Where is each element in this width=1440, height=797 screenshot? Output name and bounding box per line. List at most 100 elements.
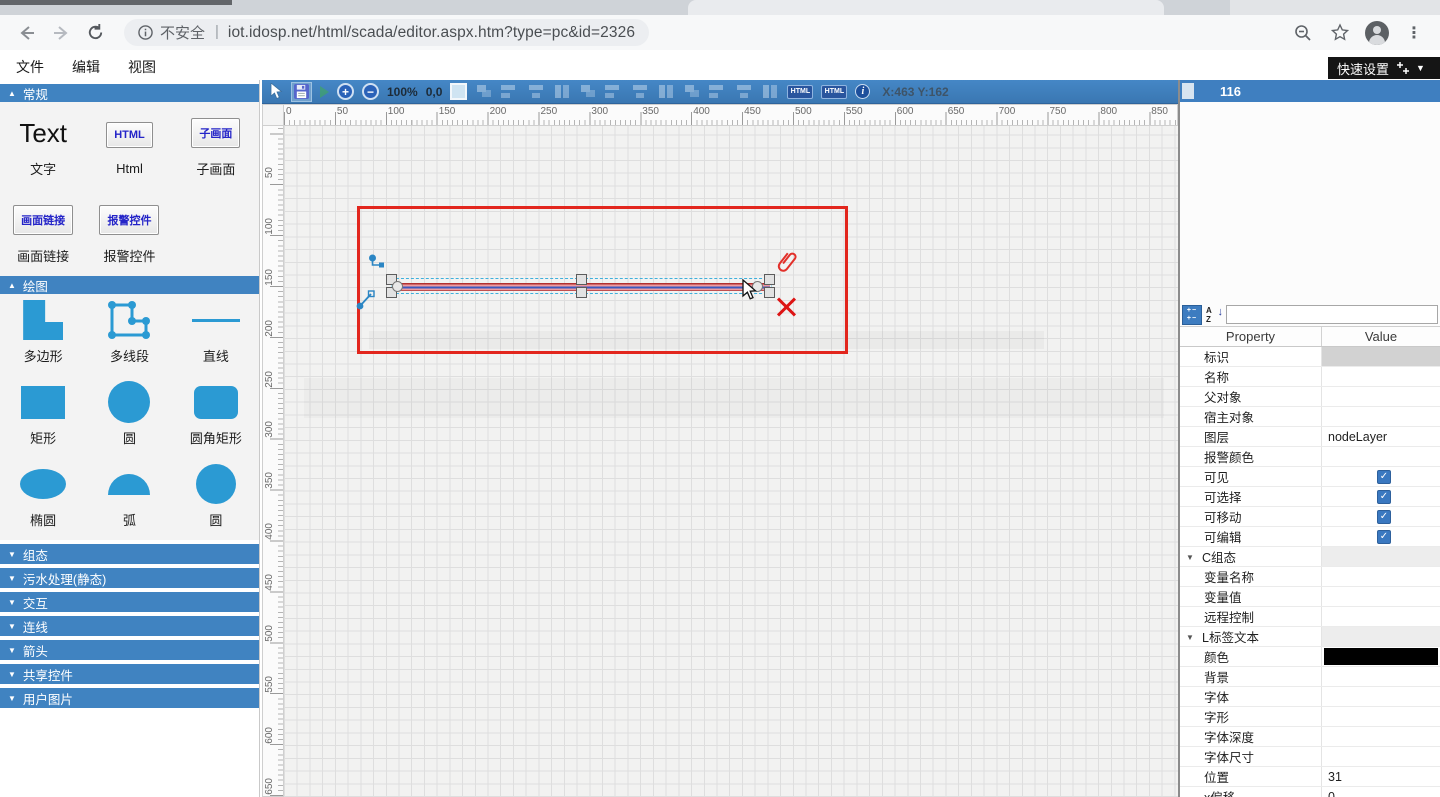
text-component-preview[interactable]: Text bbox=[19, 118, 67, 148]
property-value-cell[interactable] bbox=[1322, 747, 1440, 766]
property-value-cell[interactable] bbox=[1322, 347, 1440, 366]
property-row-1[interactable]: ▼名称 bbox=[1180, 367, 1440, 387]
shape-rectangle[interactable]: 矩形 bbox=[0, 376, 86, 458]
info-circle-icon[interactable] bbox=[138, 25, 153, 40]
menu-file[interactable]: 文件 bbox=[16, 57, 44, 77]
property-value-cell[interactable] bbox=[1322, 607, 1440, 626]
panel-header-3[interactable]: ▼ 连线 bbox=[0, 616, 259, 636]
component-alarm-control[interactable]: 报警控件 报警控件 bbox=[86, 194, 172, 276]
property-row-7[interactable]: ▼可选择 ✓ bbox=[1180, 487, 1440, 507]
menu-view[interactable]: 视图 bbox=[128, 57, 156, 77]
property-row-4[interactable]: ▼图层 nodeLayer bbox=[1180, 427, 1440, 447]
html-component-preview[interactable]: HTML bbox=[106, 122, 153, 148]
property-value-cell[interactable] bbox=[1322, 547, 1440, 566]
可编辑-checkbox[interactable]: ✓ bbox=[1377, 530, 1391, 544]
property-value-cell[interactable] bbox=[1322, 667, 1440, 686]
subscreen-component-preview[interactable]: 子画面 bbox=[191, 118, 240, 148]
component-subscreen[interactable]: 子画面 子画面 bbox=[173, 102, 259, 194]
property-value-cell[interactable] bbox=[1322, 567, 1440, 586]
reload-icon[interactable] bbox=[78, 19, 112, 47]
property-row-2[interactable]: ▼父对象 bbox=[1180, 387, 1440, 407]
html-badge-icon-1[interactable]: HTML bbox=[787, 85, 813, 99]
canvas-background-icon[interactable] bbox=[450, 83, 467, 100]
back-icon[interactable] bbox=[10, 19, 44, 47]
panel-header-2[interactable]: ▼ 交互 bbox=[0, 592, 259, 612]
shape-circle-2[interactable]: 圆 bbox=[173, 458, 259, 540]
property-row-20[interactable]: ▼字体尺寸 bbox=[1180, 747, 1440, 767]
dock-icon[interactable] bbox=[1396, 61, 1410, 75]
shape-rounded-rectangle[interactable]: 圆角矩形 bbox=[173, 376, 259, 458]
可见-checkbox[interactable]: ✓ bbox=[1377, 470, 1391, 484]
property-value-cell[interactable]: nodeLayer bbox=[1322, 427, 1440, 446]
bookmark-star-icon[interactable] bbox=[1326, 19, 1354, 47]
property-value-cell[interactable] bbox=[1322, 367, 1440, 386]
可移动-checkbox[interactable]: ✓ bbox=[1377, 510, 1391, 524]
panel-splitter-handle[interactable] bbox=[1182, 83, 1194, 99]
property-row-13[interactable]: ▼远程控制 bbox=[1180, 607, 1440, 627]
select-cursor-icon[interactable] bbox=[270, 83, 283, 100]
shape-line[interactable]: 直线 bbox=[173, 294, 259, 376]
url-field[interactable]: 不安全 | iot.idosp.net/html/scada/editor.as… bbox=[124, 19, 649, 46]
shape-arc[interactable]: 弧 bbox=[86, 458, 172, 540]
add-node-tool-icon[interactable] bbox=[368, 254, 386, 272]
property-row-14[interactable]: ▼L标签文本 bbox=[1180, 627, 1440, 647]
draw-line-tool-icon[interactable] bbox=[356, 290, 376, 310]
zoom-in-icon[interactable]: + bbox=[337, 83, 354, 100]
security-label[interactable]: 不安全 bbox=[160, 22, 205, 43]
shape-polyline[interactable]: 多线段 bbox=[86, 294, 172, 376]
property-value-cell[interactable] bbox=[1322, 447, 1440, 466]
panel-header-6[interactable]: ▼ 用户图片 bbox=[0, 688, 259, 708]
shape-polygon[interactable]: 多边形 bbox=[0, 294, 86, 376]
run-preview-icon[interactable] bbox=[320, 86, 329, 98]
shape-ellipse[interactable]: 椭圆 bbox=[0, 458, 86, 540]
alarm-control-component-preview[interactable]: 报警控件 bbox=[99, 205, 159, 235]
property-row-16[interactable]: ▼背景 bbox=[1180, 667, 1440, 687]
shape-circle[interactable]: 圆 bbox=[86, 376, 172, 458]
delete-x-icon[interactable] bbox=[775, 296, 797, 316]
property-row-0[interactable]: ▼标识 bbox=[1180, 347, 1440, 367]
property-value-cell[interactable] bbox=[1322, 687, 1440, 706]
panel-header-draw[interactable]: ▲ 绘图 bbox=[0, 276, 259, 294]
可选择-checkbox[interactable]: ✓ bbox=[1377, 490, 1391, 504]
property-value-cell[interactable]: ✓ bbox=[1322, 467, 1440, 486]
property-filter-input[interactable] bbox=[1226, 305, 1438, 324]
browser-menu-icon[interactable]: ⋮ bbox=[1400, 19, 1428, 47]
resize-handle[interactable] bbox=[764, 274, 775, 285]
property-column-header[interactable]: Property bbox=[1180, 327, 1322, 346]
info-icon[interactable]: i bbox=[855, 84, 870, 99]
panel-header-1[interactable]: ▼ 污水处理(静态) bbox=[0, 568, 259, 588]
property-row-19[interactable]: ▼字体深度 bbox=[1180, 727, 1440, 747]
zoom-indicator-icon[interactable] bbox=[1289, 19, 1317, 47]
panel-header-0[interactable]: ▼ 组态 bbox=[0, 544, 259, 564]
property-value-cell[interactable] bbox=[1322, 627, 1440, 646]
active-tab[interactable] bbox=[688, 0, 1164, 15]
menu-edit[interactable]: 编辑 bbox=[72, 57, 100, 77]
property-value-cell[interactable] bbox=[1322, 407, 1440, 426]
panel-header-4[interactable]: ▼ 箭头 bbox=[0, 640, 259, 660]
url-text[interactable]: iot.idosp.net/html/scada/editor.aspx.htm… bbox=[228, 24, 635, 42]
section-collapse-icon[interactable]: ▼ bbox=[1186, 553, 1194, 562]
forward-icon[interactable] bbox=[44, 19, 78, 47]
screen-link-component-preview[interactable]: 画面链接 bbox=[13, 205, 73, 235]
component-text[interactable]: Text 文字 bbox=[0, 102, 86, 194]
color-swatch[interactable] bbox=[1324, 648, 1438, 665]
property-value-cell[interactable]: ✓ bbox=[1322, 527, 1440, 546]
save-button[interactable] bbox=[291, 82, 312, 102]
line-endpoint-handle[interactable] bbox=[392, 281, 403, 292]
resize-handle[interactable] bbox=[576, 287, 587, 298]
property-value-cell[interactable]: 31 bbox=[1322, 767, 1440, 786]
property-value-cell[interactable] bbox=[1322, 387, 1440, 406]
categorize-view-icon[interactable]: +−+− bbox=[1182, 305, 1202, 325]
property-row-17[interactable]: ▼字体 bbox=[1180, 687, 1440, 707]
design-canvas[interactable] bbox=[284, 126, 1178, 797]
profile-avatar-icon[interactable] bbox=[1363, 19, 1391, 47]
property-value-cell[interactable]: ✓ bbox=[1322, 507, 1440, 526]
property-row-6[interactable]: ▼可见 ✓ bbox=[1180, 467, 1440, 487]
panel-header-general[interactable]: ▲ 常规 bbox=[0, 84, 259, 102]
property-value-cell[interactable] bbox=[1322, 727, 1440, 746]
property-row-3[interactable]: ▼宿主对象 bbox=[1180, 407, 1440, 427]
panel-header-5[interactable]: ▼ 共享控件 bbox=[0, 664, 259, 684]
property-row-12[interactable]: ▼变量值 bbox=[1180, 587, 1440, 607]
component-html[interactable]: HTML Html bbox=[86, 102, 172, 194]
resize-handle[interactable] bbox=[576, 274, 587, 285]
